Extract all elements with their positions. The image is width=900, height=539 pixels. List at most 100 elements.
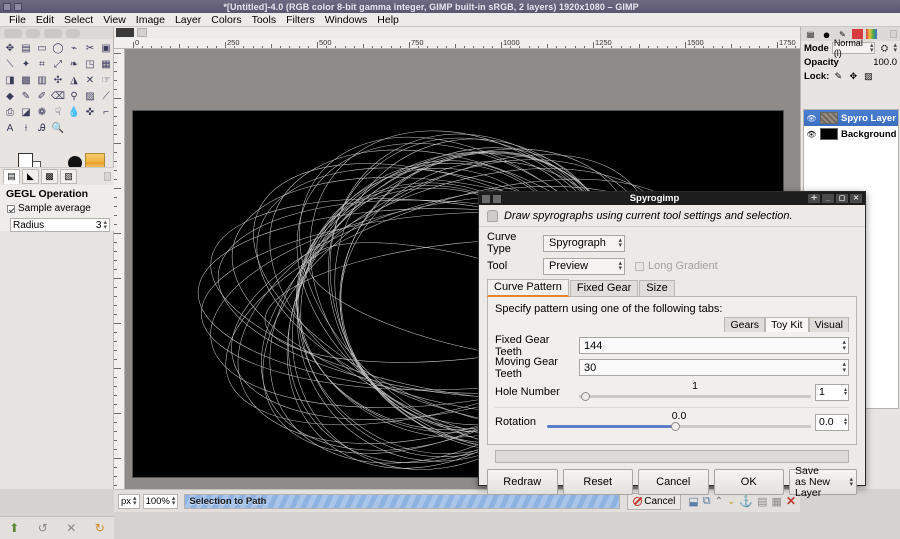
cage-transform-tool-icon[interactable]: ▩ [18,73,34,89]
smudge-tool-icon[interactable]: ☟ [50,105,66,121]
window-menu-icon[interactable] [14,2,22,11]
tool-grid[interactable]: ✥ ▤ ▭ ◯ ⌁ ✂ ▣ ⟍ ✦ ⌗ ⤢ ❧ ◳ ▦ ◨ ▩ ▥ ✣ ◮ ✕ … [0,39,113,137]
layers-dock-menu-icon[interactable] [890,30,897,38]
heal-tool-icon[interactable]: ◪ [18,105,34,121]
zoom-selector[interactable]: 100% ▴ ▾ [142,493,179,509]
radius-stepper-icon[interactable]: ▴ ▾ [103,219,107,231]
shear-tool-icon[interactable]: ☞ [98,73,114,89]
free-select-tool-icon[interactable]: ⌁ [66,41,82,57]
scale-tool-icon[interactable]: ✣ [50,73,66,89]
fixed-gear-teeth-spinner[interactable]: 144 ▴ ▾ [579,337,849,354]
composite-mode-icon[interactable]: ⛭ [878,42,890,54]
minimize-window-icon[interactable]: _ [822,194,834,203]
rect-select-tool-icon[interactable]: ▭ [34,41,50,57]
save-mode-chevron-icon[interactable]: ▴ ▾ [849,476,853,489]
tool-chevron-icon[interactable]: ▴ ▾ [618,260,622,273]
toolbox-tab-icon-3[interactable] [44,28,62,38]
lock-pixels-icon[interactable]: ✎ [832,70,844,82]
hole-number-slider-track[interactable] [579,395,811,398]
menu-layer[interactable]: Layer [170,13,206,27]
tool-select[interactable]: Preview ▴ ▾ [543,257,625,275]
handle-transform-tool-icon[interactable]: ▥ [34,73,50,89]
move-tool-icon[interactable]: ✥ [2,41,18,57]
toolbox-tab-icon[interactable] [4,28,22,38]
sample-average-row[interactable]: Sample average [7,203,110,214]
gradient-tool-icon[interactable]: ◆ [2,89,18,105]
clone-tool-icon[interactable]: ⎙ [2,105,18,121]
text-tool-icon[interactable]: A [2,121,18,137]
unit-stepper-icon[interactable]: ▴ ▾ [133,495,137,507]
moving-gear-teeth-stepper-icon[interactable]: ▴ ▾ [842,361,846,374]
brushes-tab-icon[interactable]: ● [820,27,833,42]
toolbox-bottom-bar[interactable]: ⬆ ↺ ✕ ↻ [0,516,114,539]
menu-colors[interactable]: Colors [206,13,246,27]
measure-tool-icon[interactable]: ⌐ [98,105,114,121]
reset-button[interactable]: Reset [562,469,633,495]
tab-size[interactable]: Size [639,280,675,296]
subtab-gears[interactable]: Gears [724,317,766,332]
menu-image[interactable]: Image [131,13,170,27]
lock-alpha-icon[interactable]: ▨ [862,70,874,82]
spyrogimp-tabs[interactable]: Curve Pattern Fixed Gear Size [487,279,857,297]
crop-tool-icon[interactable]: ⌗ [34,57,50,73]
perspective-clone-tool-icon[interactable]: ❁ [34,105,50,121]
radius-spinner[interactable]: Radius 3 ▴ ▾ [10,218,110,232]
hole-number-spinner[interactable]: 1 ▴ ▾ [815,383,849,401]
menu-filters[interactable]: Filters [281,13,320,27]
rotate-tool-icon[interactable]: ✕ [82,73,98,89]
ellipse-select-tool-icon[interactable]: ◯ [50,41,66,57]
composite-chevron-icon[interactable]: ▴ ▾ [893,42,897,54]
alignment-tool-icon[interactable]: ▤ [18,41,34,57]
menu-select[interactable]: Select [59,13,98,27]
menubar[interactable]: File Edit Select View Image Layer Colors… [0,13,900,27]
restore-tool-preset-icon[interactable]: ↺ [35,520,51,536]
maximize-window-icon[interactable]: ▢ [836,194,848,203]
device-status-tab[interactable]: ◣ [22,169,39,184]
undo-history-tab[interactable]: ▩ [41,169,58,184]
scissors-select-tool-icon[interactable]: ✂ [82,41,98,57]
foreground-select-tool-icon[interactable]: ▣ [98,41,114,57]
save-tool-preset-icon[interactable]: ⬆ [6,520,22,536]
zoom-stepper-icon[interactable]: ▴ ▾ [172,495,176,507]
spyrogimp-window-buttons[interactable]: ✛ _ ▢ ✕ [808,194,865,203]
menu-windows[interactable]: Windows [320,13,373,27]
fixed-gear-teeth-stepper-icon[interactable]: ▴ ▾ [842,339,846,352]
pin-window-icon[interactable]: ✛ [808,194,820,203]
hole-number-slider-knob[interactable] [581,392,590,401]
bucket-fill-tool-icon[interactable]: ◮ [66,73,82,89]
cancel-button[interactable]: Cancel [638,469,709,495]
unified-transform-tool-icon[interactable]: ▦ [98,57,114,73]
curve-type-chevron-icon[interactable]: ▴ ▾ [618,237,622,250]
rotation-spinner[interactable]: 0.0 ▴ ▾ [815,413,849,431]
mypaint-brush-tool-icon[interactable]: ⟋ [98,89,114,105]
toolbox-dock-tabs[interactable] [0,27,113,39]
menu-help[interactable]: Help [372,13,404,27]
warp-tool-icon[interactable]: ❧ [66,57,82,73]
subtab-visual[interactable]: Visual [808,317,849,332]
tab-curve-pattern[interactable]: Curve Pattern [487,279,569,297]
layer-row-background[interactable]: 👁 Background [804,126,898,142]
perspective-tool-icon[interactable]: ◳ [82,57,98,73]
airbrush-tool-icon[interactable]: ⚲ [66,89,82,105]
menu-file[interactable]: File [4,13,31,27]
dock-menu-icon[interactable] [104,172,111,181]
tool-options-dock-tabs[interactable]: ▤ ◣ ▩ ▧ [0,167,114,185]
layers-tab-icon[interactable]: ▤ [804,29,817,40]
foreground-color-swatch[interactable] [18,153,33,168]
spyrogimp-window-menu-icon[interactable] [493,194,501,203]
menu-edit[interactable]: Edit [31,13,59,27]
ink-tool-icon[interactable]: ▨ [82,89,98,105]
hole-number-slider[interactable]: 1 [579,380,811,403]
layer-lock-row[interactable]: Lock: ✎ ✥ ▨ [801,69,900,83]
toolbox-tab-icon-2[interactable] [26,28,40,38]
vertical-ruler[interactable] [114,49,125,489]
rotation-stepper-icon[interactable]: ▴ ▾ [844,417,847,428]
paths-tool-icon[interactable]: ⟍ [2,57,18,73]
rotation-slider[interactable]: 0.0 [547,410,811,433]
dodge-burn-tool-icon[interactable]: ✜ [82,105,98,121]
layer-row-spyro[interactable]: 👁 Spyro Layer [804,110,898,126]
color-picker-tool-icon[interactable]: ⟊ [18,121,34,137]
layer-visibility-icon[interactable]: 👁 [806,130,817,139]
delete-tool-preset-icon[interactable]: ✕ [63,520,79,536]
pencil-tool-icon[interactable]: ✎ [18,89,34,105]
